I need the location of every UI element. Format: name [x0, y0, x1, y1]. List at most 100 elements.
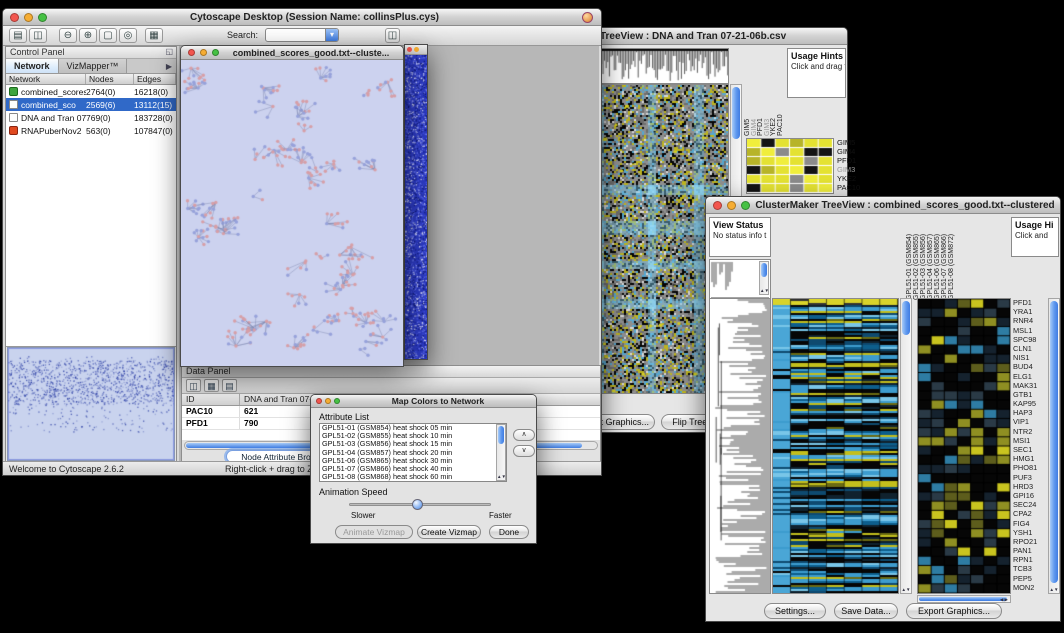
slider-knob[interactable]: [412, 499, 423, 510]
zoom-heatmap-canvas[interactable]: [747, 139, 833, 193]
gene-label[interactable]: CPA2: [1013, 509, 1047, 518]
gene-label[interactable]: NIS1: [1013, 353, 1047, 362]
network-row-selected[interactable]: combined_sco 2569(6) 13112(15): [6, 98, 176, 111]
gene-label[interactable]: SEC24: [1013, 500, 1047, 509]
gene-label[interactable]: YRA1: [1013, 307, 1047, 316]
done-button[interactable]: Done: [489, 525, 529, 539]
main-titlebar[interactable]: Cytoscape Desktop (Session Name: collins…: [3, 9, 601, 26]
gene-label[interactable]: PAC10: [837, 183, 867, 192]
gene-label[interactable]: HRD3: [1013, 482, 1047, 491]
close-button[interactable]: [713, 201, 722, 210]
gene-label[interactable]: PEP5: [1013, 574, 1047, 583]
column-header-network[interactable]: Network: [6, 74, 86, 84]
gene-label[interactable]: HMG1: [1013, 454, 1047, 463]
close-button[interactable]: [407, 47, 412, 52]
tab-vizmapper[interactable]: VizMapper™: [59, 59, 128, 73]
treeview-combined-titlebar[interactable]: ClusterMaker TreeView : combined_scores_…: [706, 197, 1060, 214]
column-header-edges[interactable]: Edges: [134, 74, 176, 84]
select-attributes-button[interactable]: ◫: [186, 379, 201, 392]
list-vscrollbar[interactable]: [496, 424, 506, 481]
close-button[interactable]: [316, 398, 322, 404]
network-window-titlebar[interactable]: combined_scores_good.txt--cluste...: [181, 46, 403, 60]
dialog-titlebar[interactable]: Map Colors to Network: [311, 395, 536, 408]
export-graphics-button[interactable]: Export Graphics...: [906, 603, 1002, 619]
heatmap-canvas[interactable]: [773, 299, 898, 593]
gene-label[interactable]: MAK31: [1013, 381, 1047, 390]
dense-network-canvas[interactable]: [405, 55, 427, 359]
attribute-listbox[interactable]: GPL51-01 (GSM854) heat shock 05 minGPL51…: [319, 423, 507, 482]
attribute-item[interactable]: GPL51-02 (GSM855) heat shock 10 min: [320, 432, 496, 440]
gene-label[interactable]: ELG1: [1013, 372, 1047, 381]
scroll-thumb[interactable]: [1050, 301, 1058, 583]
move-down-button[interactable]: ∨: [513, 445, 535, 457]
minimize-button[interactable]: [200, 49, 207, 56]
grid-layout-button[interactable]: ▦: [145, 28, 163, 43]
gene-label[interactable]: GIM4: [837, 147, 867, 156]
scroll-thumb[interactable]: [919, 597, 1007, 601]
network-overview-canvas[interactable]: [8, 348, 174, 460]
settings-button[interactable]: Settings...: [764, 603, 826, 619]
attribute-item[interactable]: GPL51-03 (GSM856) heat shock 15 min: [320, 440, 496, 448]
gene-label[interactable]: HAP3: [1013, 408, 1047, 417]
tab-network[interactable]: Network: [6, 59, 59, 73]
gene-label[interactable]: SPC98: [1013, 335, 1047, 344]
gene-label[interactable]: SEC1: [1013, 445, 1047, 454]
gene-label[interactable]: PUF3: [1013, 473, 1047, 482]
gene-label[interactable]: YSH1: [1013, 528, 1047, 537]
close-button[interactable]: [188, 49, 195, 56]
close-button[interactable]: [10, 13, 19, 22]
network-view-canvas[interactable]: [181, 60, 403, 366]
column-header-id[interactable]: ID: [182, 394, 240, 405]
scroll-thumb[interactable]: [761, 263, 767, 277]
gene-label[interactable]: FIG4: [1013, 519, 1047, 528]
gene-label[interactable]: MSL1: [1013, 326, 1047, 335]
zoom-in-button[interactable]: ⊕: [79, 28, 97, 43]
gene-label[interactable]: NTR2: [1013, 427, 1047, 436]
gene-label[interactable]: RPO21: [1013, 537, 1047, 546]
attribute-item[interactable]: GPL51-01 (GSM854) heat shock 05 min: [320, 424, 496, 432]
titlebar[interactable]: [405, 45, 427, 55]
network-row[interactable]: RNAPuberNov2 563(0) 107847(0): [6, 124, 176, 137]
gene-label[interactable]: MSI1: [1013, 436, 1047, 445]
attribute-item[interactable]: GPL51-07 (GSM866) heat shock 40 min: [320, 465, 496, 473]
heatmap-vscrollbar[interactable]: [900, 298, 912, 594]
birdseye-view[interactable]: [7, 347, 175, 461]
attribute-item[interactable]: GPL51-08 (GSM868) heat shock 60 min: [320, 473, 496, 481]
gene-label[interactable]: VIP1: [1013, 417, 1047, 426]
gene-label[interactable]: KAP95: [1013, 399, 1047, 408]
gene-label[interactable]: GIM3: [837, 165, 867, 174]
animation-speed-slider[interactable]: [349, 503, 491, 506]
minimize-button[interactable]: [24, 13, 33, 22]
gene-label[interactable]: GTB1: [1013, 390, 1047, 399]
network-row[interactable]: DNA and Tran 07 769(0) 183728(0): [6, 111, 176, 124]
zoom-vscrollbar[interactable]: [1048, 298, 1060, 594]
maximize-button[interactable]: [38, 13, 47, 22]
open-session-button[interactable]: ▤: [9, 28, 27, 43]
gene-label[interactable]: RNR4: [1013, 316, 1047, 325]
minimize-button[interactable]: [727, 201, 736, 210]
float-panel-icon[interactable]: ◱: [165, 47, 173, 56]
save-data-button[interactable]: Save Data...: [834, 603, 898, 619]
scroll-thumb[interactable]: [902, 301, 910, 335]
zoom-fit-button[interactable]: ▢: [99, 28, 117, 43]
gene-label[interactable]: PAN1: [1013, 546, 1047, 555]
gene-label[interactable]: GIM5: [837, 138, 867, 147]
gene-label[interactable]: PFD1: [837, 156, 867, 165]
column-header-nodes[interactable]: Nodes: [86, 74, 134, 84]
attribute-item[interactable]: GPL51-04 (GSM857) heat shock 20 min: [320, 449, 496, 457]
gene-label[interactable]: MON2: [1013, 583, 1047, 592]
navigator-canvas[interactable]: [710, 260, 756, 294]
maximize-button[interactable]: [741, 201, 750, 210]
gene-label[interactable]: CLN1: [1013, 344, 1047, 353]
scroll-thumb[interactable]: [498, 426, 504, 444]
gene-label[interactable]: BUD4: [1013, 362, 1047, 371]
maximize-button[interactable]: [212, 49, 219, 56]
zoom-out-button[interactable]: ⊖: [59, 28, 77, 43]
gene-label[interactable]: TCB3: [1013, 564, 1047, 573]
scroll-thumb[interactable]: [732, 87, 740, 139]
zoom-hscrollbar[interactable]: [917, 595, 1011, 603]
gene-label[interactable]: RPN1: [1013, 555, 1047, 564]
save-session-button[interactable]: ◫: [29, 28, 47, 43]
attribute-db-button[interactable]: ▤: [222, 379, 237, 392]
minimize-button[interactable]: [414, 47, 419, 52]
